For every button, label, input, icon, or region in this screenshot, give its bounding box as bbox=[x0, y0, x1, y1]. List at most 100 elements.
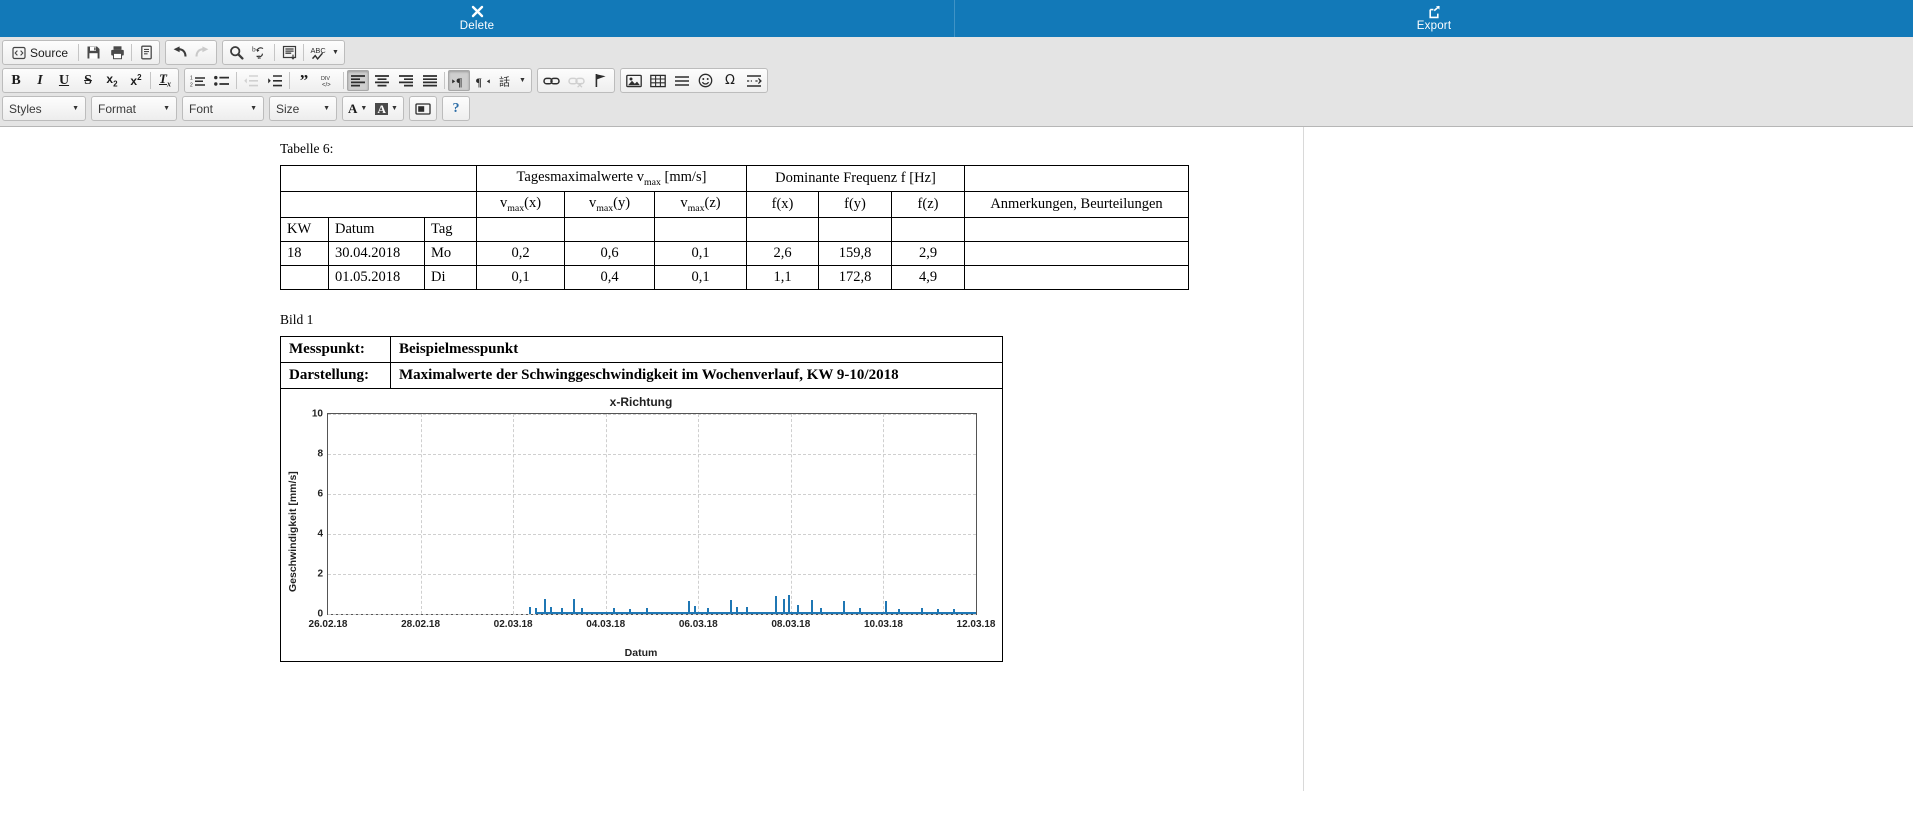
header-fz: f(z) bbox=[891, 190, 965, 218]
bild-table: Messpunkt: Beispielmesspunkt Darstellung… bbox=[280, 335, 1003, 662]
styles-select-label: Styles bbox=[9, 101, 42, 116]
align-justify-button[interactable] bbox=[419, 70, 441, 91]
background-color-button[interactable]: A ▼ bbox=[372, 98, 401, 119]
source-button[interactable]: Source bbox=[5, 42, 75, 63]
chart-bar bbox=[629, 608, 632, 614]
cell-vmax-y: 0,6 bbox=[564, 240, 655, 266]
cell-empty bbox=[818, 216, 892, 242]
chart-x-tick: 04.03.18 bbox=[586, 618, 626, 630]
chart-gridline-v bbox=[883, 413, 885, 614]
cell-fy: 159,8 bbox=[818, 240, 892, 266]
bold-button[interactable]: B bbox=[5, 70, 27, 91]
font-select[interactable]: Font ▼ bbox=[182, 96, 264, 121]
chart-bar bbox=[535, 607, 538, 614]
size-select[interactable]: Size ▼ bbox=[269, 96, 337, 121]
text-color-button[interactable]: A ▼ bbox=[345, 98, 370, 119]
strikethrough-button[interactable]: S bbox=[77, 70, 99, 91]
toolbar-divider bbox=[236, 72, 237, 89]
toolbar-divider bbox=[150, 72, 151, 89]
text-direction-ltr-button[interactable]: ¶ bbox=[448, 70, 470, 91]
align-left-button[interactable] bbox=[347, 70, 369, 91]
horizontal-rule-button[interactable] bbox=[671, 70, 693, 91]
chart-bar bbox=[549, 607, 552, 614]
chart-bar bbox=[898, 608, 901, 614]
find-button[interactable] bbox=[225, 42, 247, 63]
chart-bar bbox=[736, 606, 739, 614]
chart-bar bbox=[937, 608, 940, 614]
cell-empty bbox=[654, 216, 747, 242]
subscript-button[interactable]: x2 bbox=[101, 70, 123, 91]
table-group-header-row: Tagesmaximalwerte vmax [mm/s] Dominante … bbox=[280, 165, 1189, 192]
chart-x-richtung[interactable]: x-Richtung Geschwindigkeit [mm/s] 0 2 4 6 8 1… bbox=[281, 388, 1001, 661]
chart-baseline bbox=[535, 612, 976, 614]
export-share-icon bbox=[1427, 4, 1441, 19]
chart-gridline-h bbox=[328, 573, 976, 575]
delete-button-label: Delete bbox=[459, 20, 495, 33]
export-button[interactable]: Export bbox=[955, 0, 1913, 37]
special-char-button[interactable]: Ω bbox=[719, 70, 741, 91]
svg-text:1: 1 bbox=[190, 75, 193, 81]
header-tagesmaximalwerte-tail: [mm/s] bbox=[660, 169, 707, 185]
text-direction-rtl-button[interactable]: ¶ bbox=[472, 70, 494, 91]
align-center-button[interactable] bbox=[371, 70, 393, 91]
chart-bar bbox=[528, 606, 531, 614]
chevron-down-icon: ▼ bbox=[323, 105, 330, 112]
maximize-button[interactable] bbox=[412, 98, 434, 119]
format-select[interactable]: Format ▼ bbox=[91, 96, 177, 121]
chevron-down-icon: ▼ bbox=[360, 105, 368, 112]
bild-caption: Bild 1 bbox=[280, 311, 314, 327]
create-div-button[interactable]: DIV </> bbox=[317, 70, 340, 91]
page-break-button[interactable] bbox=[743, 70, 765, 91]
value-messpunkt: Beispielmesspunkt bbox=[390, 335, 1003, 363]
chart-bar bbox=[810, 599, 813, 614]
bulleted-list-button[interactable] bbox=[211, 70, 233, 91]
chart-gridline-v bbox=[790, 413, 792, 614]
document-scroll-area[interactable]: Tabelle 6: Tagesmaximalwerte vmax [mm/s]… bbox=[0, 127, 1913, 791]
spellcheck-button[interactable]: ABC ▼ bbox=[307, 42, 342, 63]
chart-title: x-Richtung bbox=[609, 394, 673, 409]
image-button[interactable] bbox=[623, 70, 645, 91]
cell-remark bbox=[964, 264, 1189, 290]
chart-container[interactable]: x-Richtung Geschwindigkeit [mm/s] 0 2 4 6 8 1… bbox=[280, 388, 1003, 662]
undo-button[interactable] bbox=[168, 42, 190, 63]
chart-bar bbox=[820, 607, 823, 614]
replace-button[interactable]: ba bbox=[249, 42, 271, 63]
redo-button[interactable] bbox=[192, 42, 214, 63]
cell-kw: 18 bbox=[280, 240, 329, 266]
align-right-button[interactable] bbox=[395, 70, 417, 91]
print-button[interactable] bbox=[106, 42, 128, 63]
smiley-button[interactable] bbox=[695, 70, 717, 91]
italic-button[interactable]: I bbox=[29, 70, 51, 91]
chart-y-axis-label: Geschwindigkeit [mm/s] bbox=[287, 471, 299, 593]
table-row[interactable]: 18 30.04.2018 Mo 0,2 0,6 0,1 2,6 159,8 2… bbox=[280, 240, 1189, 266]
cell-fy: 172,8 bbox=[818, 264, 892, 290]
increase-indent-button[interactable] bbox=[264, 70, 286, 91]
toolbar-group-basicstyles: B I U S x2 x2 Tx bbox=[2, 68, 179, 93]
link-button[interactable] bbox=[540, 70, 563, 91]
anchor-button[interactable] bbox=[590, 70, 612, 91]
chart-gridline-h bbox=[328, 533, 976, 535]
header-tag: Tag bbox=[424, 216, 477, 242]
superscript-button[interactable]: x2 bbox=[125, 70, 147, 91]
chart-x-tick: 06.03.18 bbox=[678, 618, 718, 630]
about-button[interactable]: ? bbox=[445, 98, 467, 119]
label-messpunkt: Messpunkt: bbox=[280, 335, 391, 363]
select-all-button[interactable] bbox=[278, 42, 300, 63]
remove-format-button[interactable]: Tx bbox=[154, 70, 176, 91]
unlink-button[interactable] bbox=[565, 70, 588, 91]
toolbar-divider bbox=[289, 72, 290, 89]
underline-button[interactable]: U bbox=[53, 70, 75, 91]
numbered-list-button[interactable]: 12 bbox=[187, 70, 209, 91]
table-button[interactable] bbox=[647, 70, 669, 91]
decrease-indent-button[interactable] bbox=[240, 70, 262, 91]
blockquote-button[interactable]: ” bbox=[293, 70, 315, 91]
table-row[interactable]: 01.05.2018 Di 0,1 0,4 0,1 1,1 172,8 4,9 bbox=[280, 264, 1189, 290]
styles-select[interactable]: Styles ▼ bbox=[2, 96, 86, 121]
document-page[interactable]: Tabelle 6: Tagesmaximalwerte vmax [mm/s]… bbox=[0, 127, 1304, 791]
new-page-button[interactable] bbox=[135, 42, 157, 63]
cell-remark bbox=[964, 240, 1189, 266]
language-button[interactable]: 話 ▼ bbox=[496, 70, 529, 91]
save-button[interactable] bbox=[82, 42, 104, 63]
delete-button[interactable]: Delete bbox=[0, 0, 955, 37]
chart-plot-area: 0 2 4 6 8 10 26.02.18 28.02.18 02.03.18 04.03.18 0… bbox=[309, 408, 996, 630]
